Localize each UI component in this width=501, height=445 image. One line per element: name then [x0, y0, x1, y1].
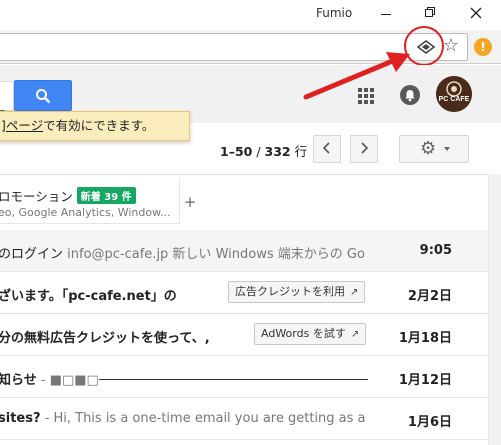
- notification-link[interactable]: ]ページ: [1, 118, 43, 133]
- apps-grid-icon[interactable]: [358, 88, 374, 104]
- search-button[interactable]: [14, 80, 72, 111]
- email-subject: sites?: [0, 411, 41, 426]
- email-date: 1月6日: [407, 415, 452, 430]
- pagination-count: 1–50 / 332 行: [220, 144, 308, 159]
- email-snippet: - ■□■□: [36, 373, 99, 388]
- email-row[interactable]: 知らせ - ■□■□ 1月12日: [0, 356, 488, 398]
- close-button[interactable]: [462, 3, 490, 23]
- external-link-icon: ↗: [350, 287, 359, 298]
- minimize-icon: [381, 13, 391, 15]
- notification-banner: ]ページで有効にできます。: [0, 111, 190, 141]
- tab-promotions[interactable]: ロモーション 新着 39 件 eo, Google Analytics, Wind…: [0, 178, 180, 224]
- email-snippet: - Hi, This is a one-time email you are g…: [40, 411, 368, 426]
- email-subject: 分の無料広告クレジットを使って、,: [0, 331, 210, 346]
- email-subject: のログイン: [0, 247, 64, 262]
- new-count-badge: 新着 39 件: [76, 187, 136, 204]
- search-icon: [36, 88, 51, 103]
- tab-title: ロモーション: [0, 189, 73, 204]
- chevron-left-icon: [322, 142, 330, 154]
- extension-alert-icon[interactable]: !: [474, 38, 492, 56]
- email-row[interactable]: sites? - Hi, This is a one-time email yo…: [0, 398, 488, 440]
- address-bar[interactable]: [0, 33, 468, 61]
- avatar[interactable]: PC CAFE: [436, 76, 472, 112]
- email-action-chip[interactable]: 広告クレジットを利用 ↗: [228, 281, 366, 303]
- avatar-logo-icon: [436, 76, 472, 112]
- scrollbar[interactable]: [488, 174, 501, 445]
- email-subject: 知らせ: [0, 373, 37, 388]
- restore-button[interactable]: [416, 3, 444, 23]
- minimize-button[interactable]: [372, 3, 400, 23]
- email-row[interactable]: 分の無料広告クレジットを使って、, AdWords を試す ↗ 1月18日: [0, 314, 488, 356]
- email-date: 1月18日: [398, 331, 452, 346]
- avatar-label: PC CAFE: [438, 96, 470, 103]
- notifications-bell-icon[interactable]: [400, 85, 420, 105]
- email-subject: ざいます。「pc-cafe.net」の: [0, 289, 177, 304]
- add-tab-icon[interactable]: +: [181, 193, 199, 211]
- close-icon: [470, 7, 482, 19]
- snippet-rule: [98, 379, 368, 380]
- profile-name[interactable]: Fumio: [316, 6, 352, 20]
- email-date: 1月12日: [398, 373, 452, 388]
- settings-button[interactable]: ⚙: [399, 135, 469, 163]
- email-action-chip[interactable]: AdWords を試す ↗: [254, 323, 367, 345]
- chevron-down-icon: [444, 147, 450, 151]
- email-date: 2月2日: [407, 289, 452, 304]
- newer-button[interactable]: [350, 135, 378, 163]
- email-date: 9:05: [419, 243, 452, 258]
- annotation-circle: [404, 26, 444, 66]
- chevron-right-icon: [361, 142, 369, 154]
- notification-text: で有効にできます。: [43, 118, 155, 133]
- email-snippet: info@pc-cafe.jp 新しい Windows 端末からの Go: [63, 247, 365, 262]
- email-row[interactable]: ざいます。「pc-cafe.net」の 広告クレジットを利用 ↗ 2月2日: [0, 272, 488, 314]
- gear-icon: ⚙: [420, 138, 437, 159]
- tabs-divider: [0, 174, 488, 175]
- email-row[interactable]: のログイン info@pc-cafe.jp 新しい Windows 端末からの …: [0, 230, 488, 272]
- older-button[interactable]: [313, 135, 341, 163]
- external-link-icon: ↗: [350, 329, 360, 340]
- tab-snippet: eo, Google Analytics, Window...: [0, 206, 171, 219]
- search-input[interactable]: [0, 81, 14, 115]
- email-list: のログイン info@pc-cafe.jp 新しい Windows 端末からの …: [0, 230, 488, 440]
